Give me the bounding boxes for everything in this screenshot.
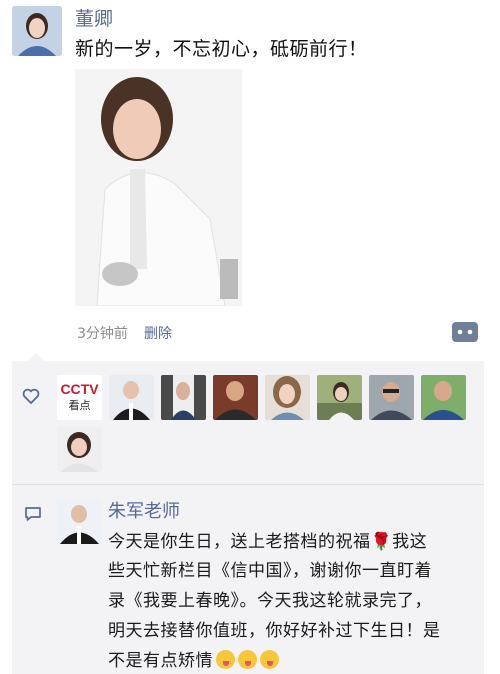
comment-icon	[24, 506, 42, 526]
delete-link[interactable]: 删除	[144, 323, 172, 343]
comment-line: 录《我要上春晚》。今天我这轮就录完了，	[108, 591, 432, 611]
more-actions-button[interactable]	[452, 322, 478, 342]
comment-line: 明天去接替你值班，你好好补过下生日！是	[108, 621, 441, 641]
liker-avatar-cctv[interactable]: CCTV 看点	[57, 375, 102, 420]
liker-avatar[interactable]	[317, 375, 362, 420]
liker-avatar[interactable]	[161, 375, 206, 420]
author-name[interactable]: 董卿	[75, 4, 113, 31]
liker-avatar[interactable]	[213, 375, 258, 420]
liker-avatar[interactable]	[265, 375, 310, 420]
comment-line: 些天忙新栏目《信中国》，谢谢你一直盯着	[108, 561, 432, 581]
post-text: 新的一岁，不忘初心，砥砺前行！	[75, 38, 368, 60]
heart-icon	[22, 386, 40, 410]
comment-line: 今天是你生日，送上老搭档的祝福🌹我这	[108, 532, 428, 552]
tongue-emoji-icon	[238, 650, 257, 669]
cctv-logo-text: CCTV	[60, 381, 99, 397]
liker-avatar[interactable]	[57, 427, 102, 472]
tongue-emoji-icon	[216, 650, 235, 669]
likes-divider	[12, 484, 484, 485]
interaction-panel-notch	[28, 353, 44, 361]
author-avatar[interactable]	[12, 6, 62, 56]
comment-line-text: 不是有点矫情	[108, 651, 213, 671]
comment-last-line: 不是有点矫情	[108, 646, 279, 671]
commenter-avatar[interactable]	[57, 499, 102, 544]
post-time: 3分钟前	[77, 326, 128, 342]
tongue-emoji-icon	[260, 650, 279, 669]
comment-author[interactable]: 朱军老师	[108, 497, 180, 523]
cctv-logo-sub: 看点	[68, 399, 91, 412]
liker-avatar[interactable]	[109, 375, 154, 420]
liker-avatar[interactable]	[421, 375, 466, 420]
liker-avatar[interactable]	[369, 375, 414, 420]
post-photo[interactable]	[75, 69, 242, 307]
